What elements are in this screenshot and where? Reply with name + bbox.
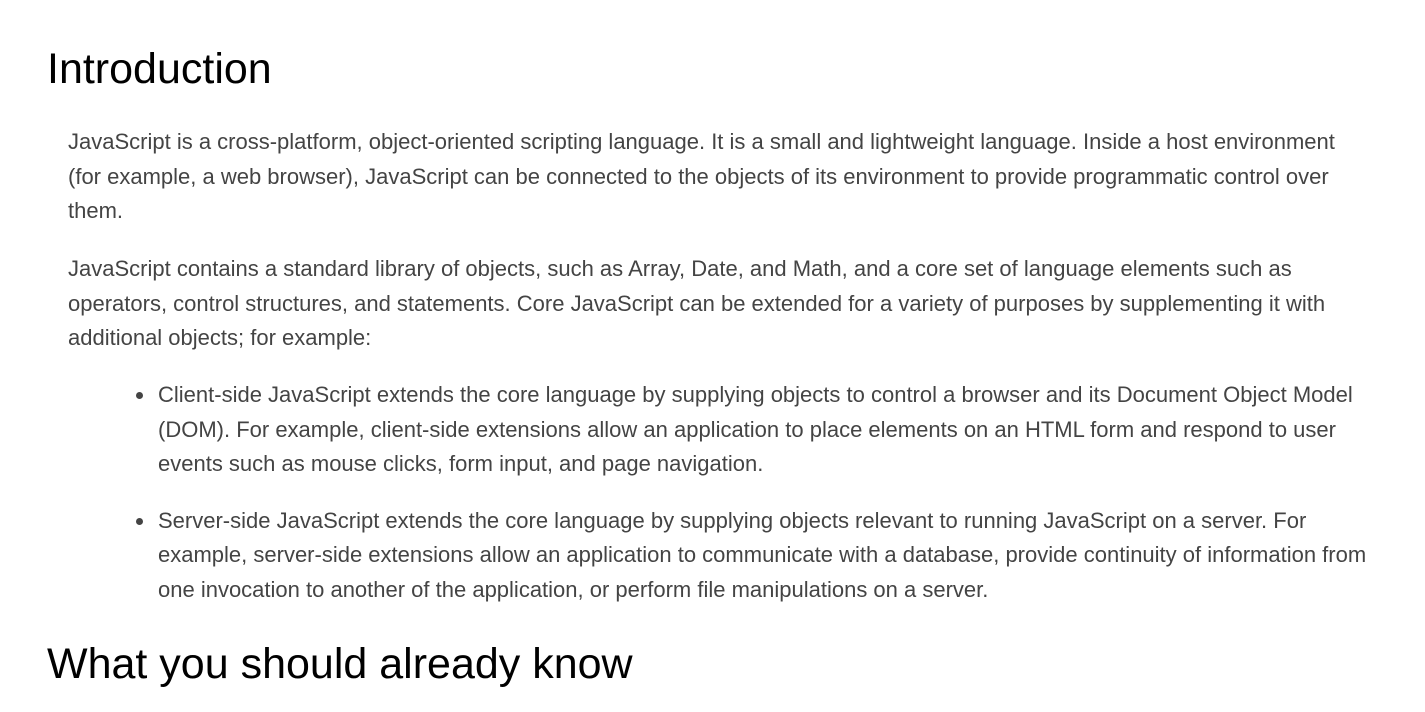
intro-paragraph-2: JavaScript contains a standard library o… — [68, 256, 1326, 350]
list-item-text: Server-side JavaScript extends the core … — [158, 507, 1367, 602]
list-item: Server-side JavaScript extends the core … — [68, 504, 1388, 608]
prerequisites-heading: What you should already know — [47, 640, 633, 688]
examples-list: Client-side JavaScript extends the core … — [68, 378, 1388, 607]
bullet-icon — [136, 392, 143, 399]
introduction-heading: Introduction — [47, 45, 272, 93]
bullet-icon — [136, 517, 143, 525]
intro-paragraph-1: JavaScript is a cross-platform, object-o… — [68, 129, 1335, 223]
list-item: Client-side JavaScript extends the core … — [68, 378, 1388, 482]
list-item-text: Client-side JavaScript extends the core … — [158, 382, 1353, 476]
document-page: Introduction JavaScript is a cross-platf… — [0, 0, 1425, 712]
